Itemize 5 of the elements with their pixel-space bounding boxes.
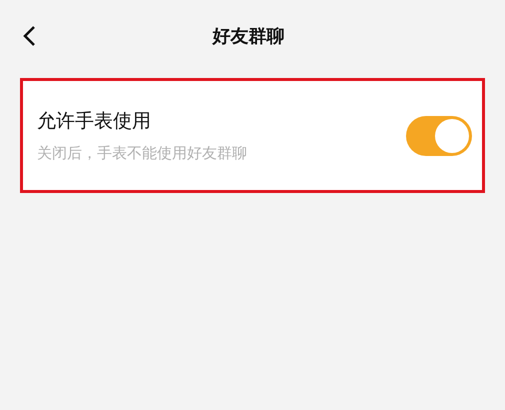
setting-label: 允许手表使用 <box>37 109 152 134</box>
back-icon[interactable] <box>22 25 36 47</box>
page-title: 好友群聊 <box>211 25 286 48</box>
setting-description: 关闭后，手表不能使用好友群聊 <box>37 144 248 163</box>
toggle-switch[interactable] <box>406 116 472 156</box>
